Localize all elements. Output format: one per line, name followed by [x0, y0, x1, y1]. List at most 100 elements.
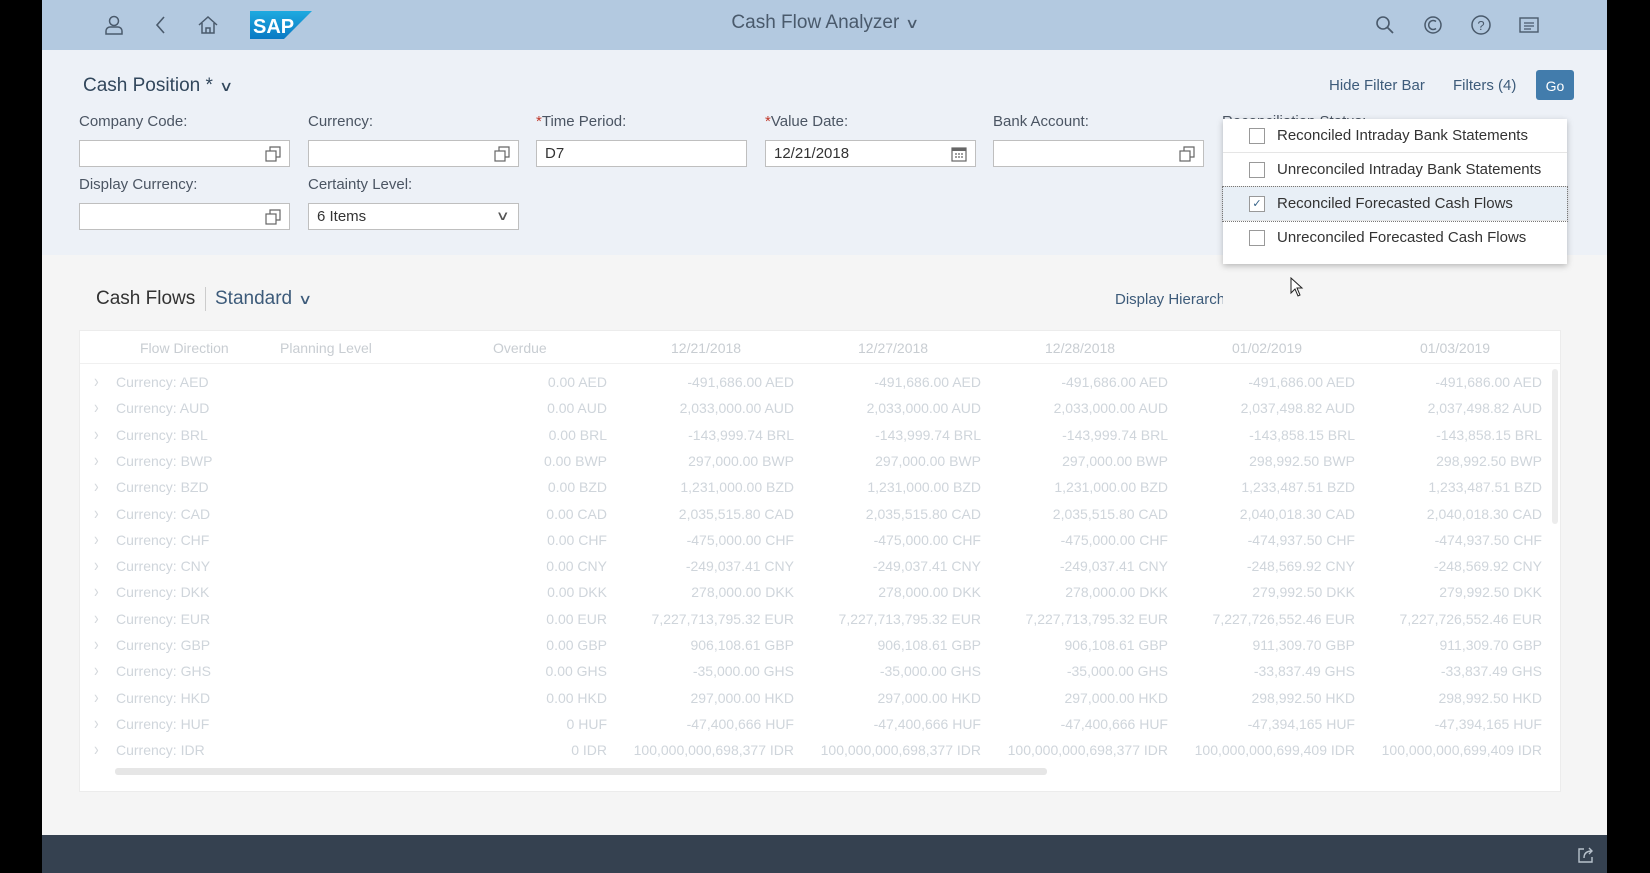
option-label: Reconciled Forecasted Cash Flows — [1277, 195, 1513, 212]
hide-filter-bar-button[interactable]: Hide Filter Bar — [1329, 77, 1425, 94]
column-header[interactable]: 01/03/2019 — [1420, 340, 1500, 356]
column-header[interactable]: 12/21/2018 — [671, 340, 741, 356]
expand-icon[interactable]: › — [94, 634, 99, 655]
table-row[interactable]: › Currency: CNY 0.00 CNY -249,037.41 CNY -24… — [80, 553, 1560, 579]
expand-icon[interactable]: › — [94, 449, 99, 470]
cell-d1: -47,400,666 HUF — [686, 715, 794, 732]
certainty-level-select[interactable]: 6 Items ∨ — [308, 203, 519, 230]
expand-icon[interactable]: › — [94, 581, 99, 602]
cell-d3: -143,999.74 BRL — [1062, 426, 1168, 443]
cell-overdue: 0.00 CNY — [546, 558, 607, 575]
table-row[interactable]: › Currency: BRL 0.00 BRL -143,999.74 BRL -14… — [80, 422, 1560, 448]
value-help-icon[interactable] — [265, 146, 281, 162]
go-button[interactable]: Go — [1536, 70, 1574, 100]
table-row[interactable]: › Currency: CHF 0.00 CHF -475,000.00 CHF -47… — [80, 527, 1560, 553]
cell-d2: -249,037.41 CNY — [872, 558, 981, 575]
chevron-down-icon[interactable]: ∨ — [496, 208, 510, 224]
table-row[interactable]: › Currency: AUD 0.00 AUD 2,033,000.00 AUD 2,… — [80, 395, 1560, 421]
expand-icon[interactable]: › — [94, 476, 99, 497]
table-row[interactable]: › Currency: GHS 0.00 GHS -35,000.00 GHS -35,… — [80, 658, 1560, 684]
search-icon[interactable] — [1373, 13, 1397, 37]
table-row[interactable]: › Currency: HUF 0 HUF -47,400,666 HUF -47,40… — [80, 711, 1560, 737]
cell-d2: 2,035,515.80 CAD — [865, 505, 981, 522]
currency-input[interactable] — [308, 140, 519, 167]
expand-icon[interactable]: › — [94, 371, 99, 392]
expand-icon[interactable]: › — [94, 739, 99, 760]
cell-d2: -143,999.74 BRL — [875, 426, 981, 443]
column-header[interactable]: Flow Direction — [140, 340, 229, 356]
checkbox[interactable] — [1249, 230, 1265, 246]
cell-d4: 100,000,000,699,409 IDR — [1194, 742, 1355, 759]
cell-d1: 297,000.00 HKD — [690, 689, 794, 706]
column-header[interactable]: Planning Level — [280, 340, 372, 356]
horizontal-scrollbar[interactable] — [115, 768, 1047, 775]
copilot-icon[interactable] — [1421, 13, 1445, 37]
expand-icon[interactable]: › — [94, 397, 99, 418]
table-row[interactable]: › Currency: EUR 0.00 EUR 7,227,713,795.32 E… — [80, 606, 1560, 632]
table-row[interactable]: › Currency: HKD 0.00 HKD 297,000.00 HKD 297,… — [80, 685, 1560, 711]
row-label: Currency: GBP — [116, 637, 211, 653]
cell-overdue: 0.00 EUR — [546, 610, 607, 627]
row-label: Currency: HKD — [116, 689, 211, 706]
expand-icon[interactable]: › — [94, 555, 99, 576]
vertical-scrollbar[interactable] — [1552, 369, 1558, 524]
value-help-icon[interactable] — [494, 146, 510, 162]
row-label: Currency: BWP — [116, 452, 213, 469]
time-period-input[interactable]: D7 — [536, 140, 747, 167]
value-help-icon[interactable] — [1179, 146, 1195, 162]
expand-icon[interactable]: › — [94, 528, 99, 549]
expand-icon[interactable]: › — [94, 423, 99, 444]
list-item[interactable]: Unreconciled Intraday Bank Statements — [1223, 153, 1567, 187]
cell-d1: 2,033,000.00 AUD — [679, 400, 794, 417]
table-variant-selector[interactable]: Standard ∨ — [215, 288, 312, 310]
table-row[interactable]: › Currency: IDR 0 IDR 100,000,000,698,377 I… — [80, 737, 1560, 763]
cell-overdue: 0.00 HKD — [546, 689, 607, 706]
column-header[interactable]: 01/02/2019 — [1232, 340, 1302, 356]
column-header[interactable]: Overdue — [493, 340, 547, 356]
list-item[interactable]: ✓ Reconciled Forecasted Cash Flows — [1222, 186, 1568, 222]
display-hierarchy-button[interactable]: Display Hierarchy — [1115, 291, 1223, 308]
calendar-icon[interactable] — [951, 146, 967, 162]
share-icon[interactable] — [1577, 846, 1595, 864]
row-label: Currency: BRL — [116, 426, 208, 443]
cell-d1: 1,231,000.00 BZD — [680, 479, 794, 496]
table-variant-text: Standard — [215, 288, 293, 309]
cell-d2: -475,000.00 CHF — [873, 531, 981, 548]
list-item[interactable]: Unreconciled Forecasted Cash Flows — [1223, 221, 1567, 255]
expand-icon[interactable]: › — [94, 660, 99, 681]
table-row[interactable]: › Currency: CAD 0.00 CAD 2,035,515.80 CAD 2,… — [80, 501, 1560, 527]
expand-icon[interactable]: › — [94, 607, 99, 628]
list-item[interactable]: Reconciled Intraday Bank Statements — [1223, 119, 1567, 153]
cash-flows-panel: Cash Flows Standard ∨ Display Hierarchy F… — [42, 255, 1607, 835]
cell-d1: -475,000.00 CHF — [686, 531, 794, 548]
cell-d3: -475,000.00 CHF — [1060, 531, 1168, 548]
table-row[interactable]: › Currency: AED 0.00 AED -491,686.00 AED -49… — [80, 369, 1560, 395]
variant-selector[interactable]: Cash Position * ∨ — [83, 75, 233, 97]
app-title-text: Cash Flow Analyzer — [731, 12, 900, 33]
table-row[interactable]: › Currency: BWP 0.00 BWP 297,000.00 BWP 297,… — [80, 448, 1560, 474]
option-label: Unreconciled Forecasted Cash Flows — [1277, 229, 1527, 246]
notifications-icon[interactable] — [1517, 13, 1541, 37]
table-row[interactable]: › Currency: BZD 0.00 BZD 1,231,000.00 BZD 1,… — [80, 474, 1560, 500]
checkbox[interactable] — [1249, 162, 1265, 178]
expand-icon[interactable]: › — [94, 686, 99, 707]
value-help-icon[interactable] — [265, 209, 281, 225]
value-date-input[interactable]: 12/21/2018 — [765, 140, 976, 167]
table-row[interactable]: › Currency: GBP 0.00 GBP 906,108.61 GBP 906,… — [80, 632, 1560, 658]
row-label: Currency: AUD — [116, 400, 210, 417]
checkbox[interactable] — [1249, 128, 1265, 144]
time-period-label: *Time Period: — [536, 113, 626, 130]
cell-d5: 2,037,498.82 AUD — [1427, 400, 1542, 417]
expand-icon[interactable]: › — [94, 712, 99, 733]
filters-button[interactable]: Filters (4) — [1453, 77, 1516, 94]
table-row[interactable]: › Currency: DKK 0.00 DKK 278,000.00 DKK 278,… — [80, 579, 1560, 605]
expand-icon[interactable]: › — [94, 502, 99, 523]
bank-account-input[interactable] — [993, 140, 1204, 167]
help-icon[interactable]: ? — [1469, 13, 1493, 37]
column-header[interactable]: 12/27/2018 — [858, 340, 928, 356]
company-code-input[interactable] — [79, 140, 290, 167]
cell-overdue: 0.00 BZD — [547, 479, 607, 496]
column-header[interactable]: 12/28/2018 — [1045, 340, 1115, 356]
display-currency-input[interactable] — [79, 203, 290, 230]
checkbox-checked[interactable]: ✓ — [1249, 196, 1265, 212]
